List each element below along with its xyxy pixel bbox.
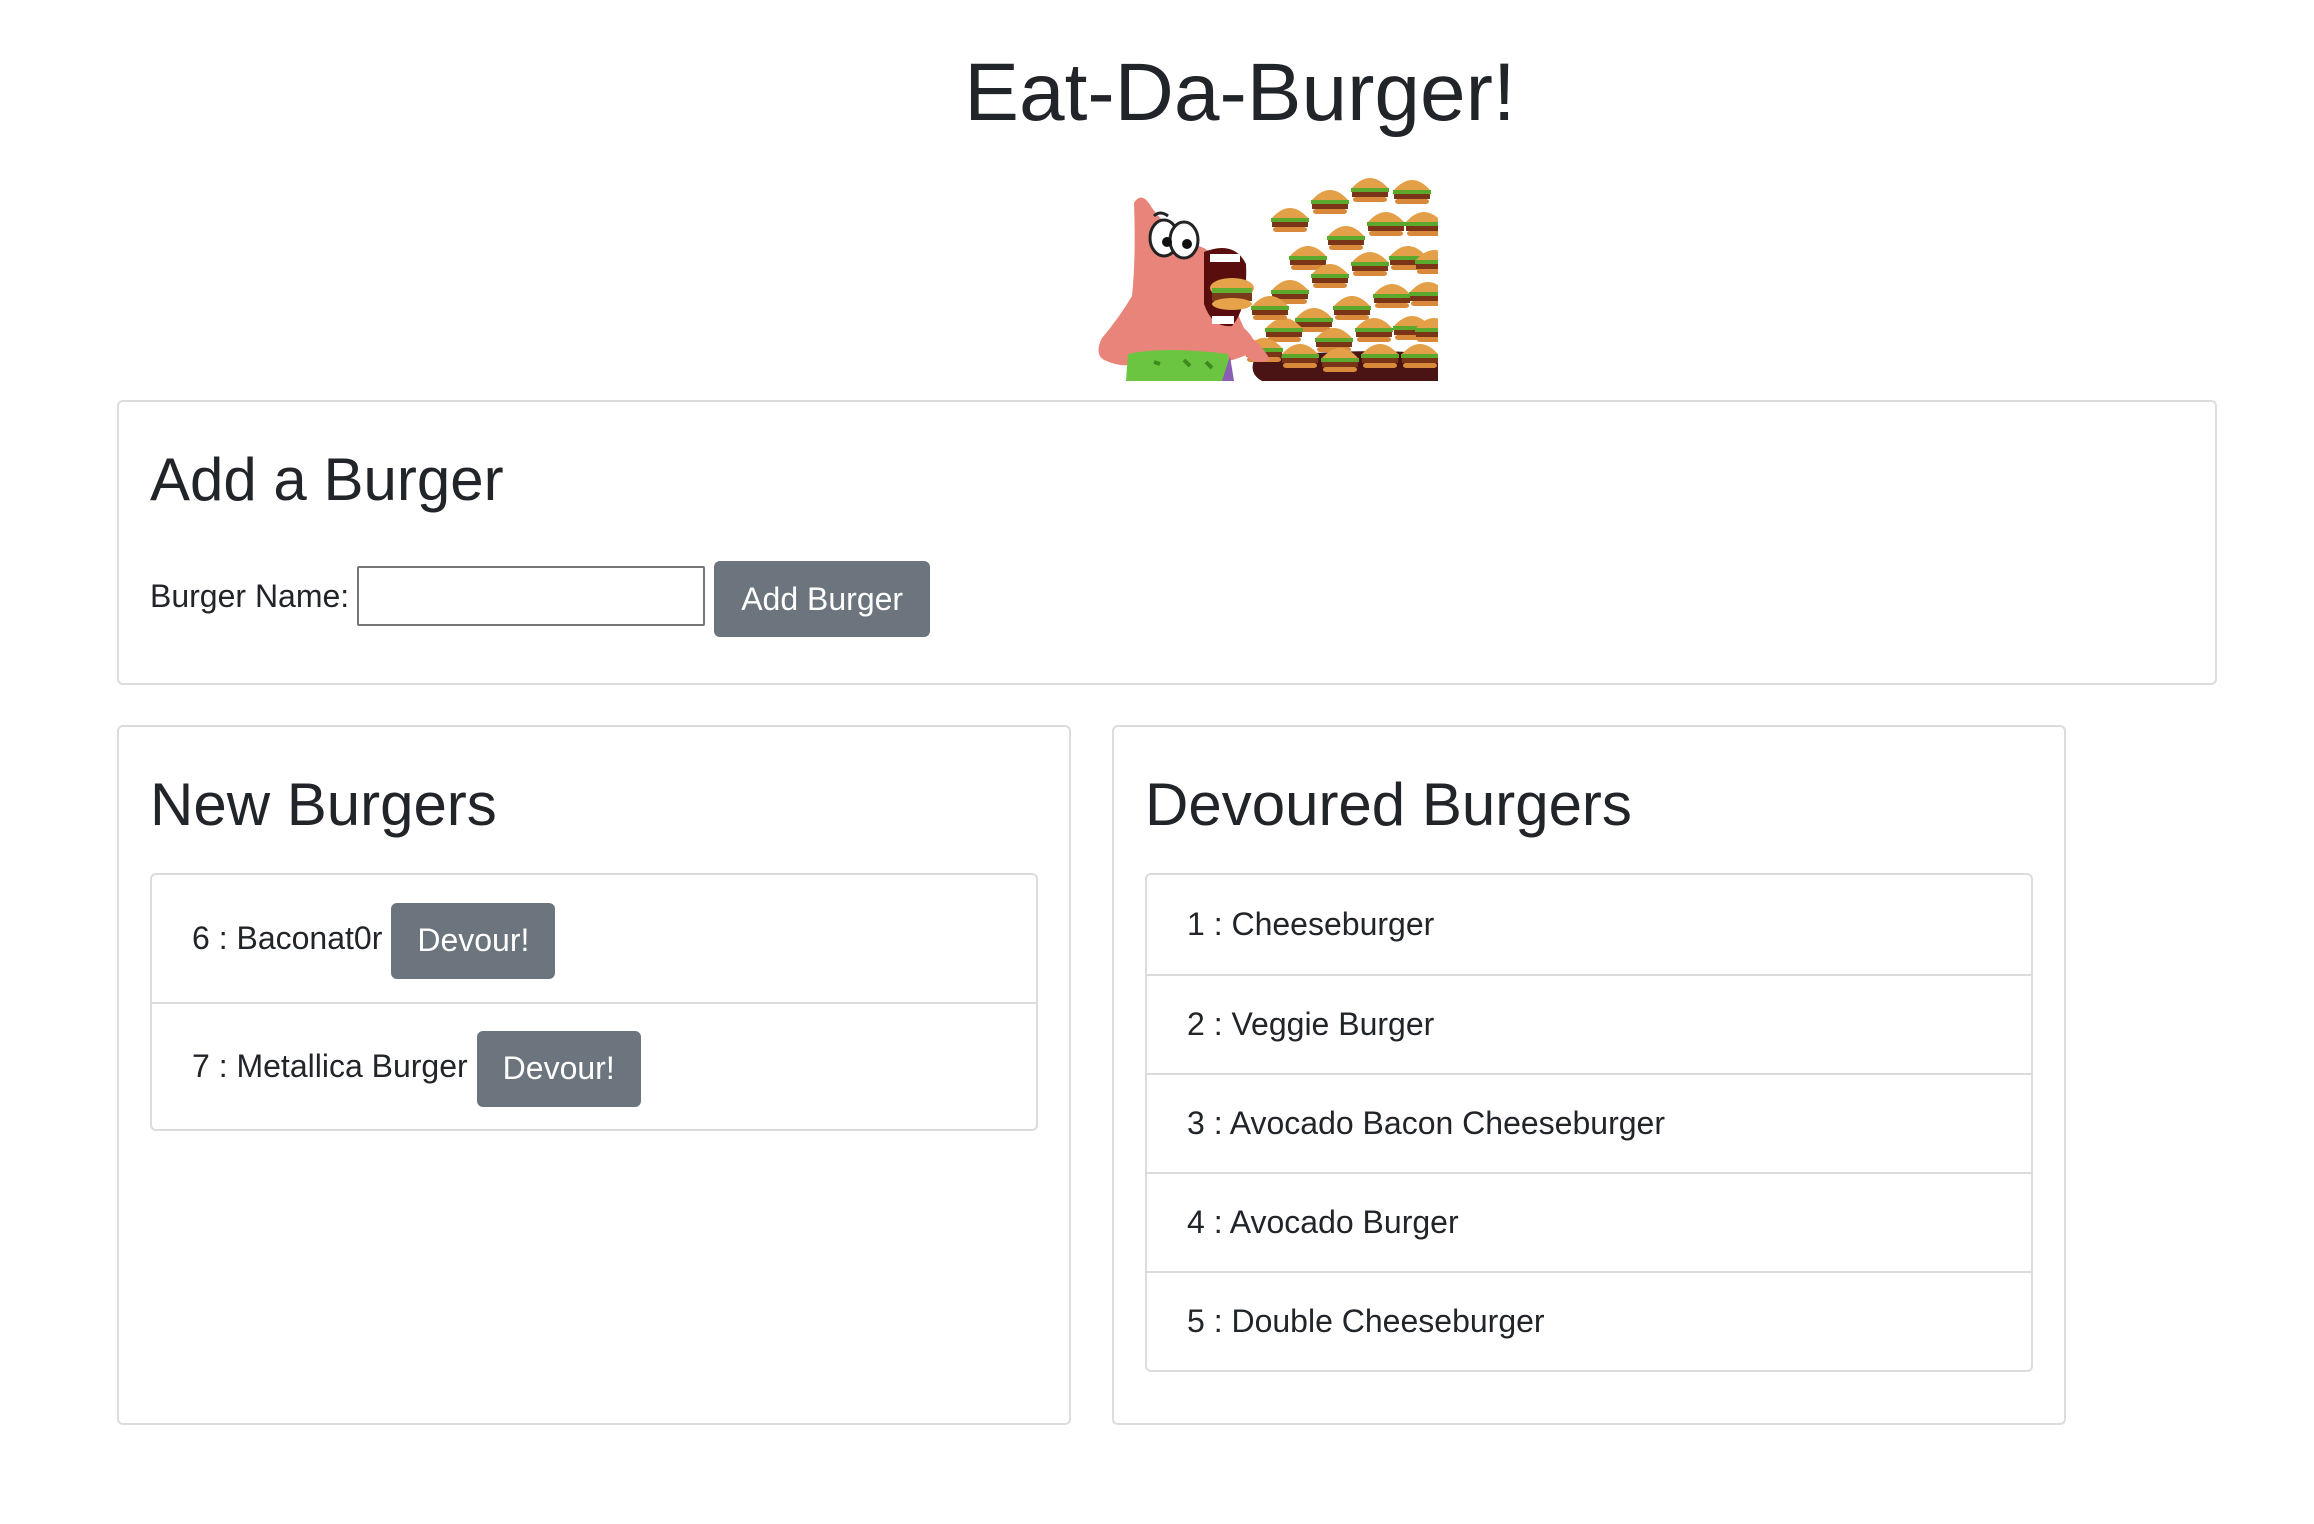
burger-icon: [1367, 212, 1405, 236]
burger-label: 3 : Avocado Bacon Cheeseburger: [1187, 1105, 1665, 1141]
new-burgers-card: New Burgers 6 : Baconat0r Devour! 7 : Me…: [117, 725, 1071, 1425]
burger-icon: [1355, 318, 1393, 342]
devour-button[interactable]: Devour!: [391, 902, 556, 979]
list-item: 2 : Veggie Burger: [1147, 974, 2031, 1073]
burger-icon: [1327, 226, 1365, 250]
patrick-figure: [1098, 197, 1270, 381]
list-item: 1 : Cheeseburger: [1147, 875, 2031, 974]
add-burger-form: Burger Name: Add Burger: [150, 555, 931, 637]
burger-label: 4 : Avocado Burger: [1187, 1204, 1459, 1240]
list-item: 6 : Baconat0r Devour!: [152, 875, 1036, 1002]
burger-icon: [1401, 344, 1438, 368]
new-burgers-heading: New Burgers: [150, 771, 497, 838]
burger-pile: [1245, 178, 1438, 381]
devoured-burgers-list: 1 : Cheeseburger 2 : Veggie Burger 3 : A…: [1145, 873, 2033, 1372]
burger-name-input[interactable]: [357, 566, 706, 626]
add-burger-card: Add a Burger Burger Name: Add Burger: [117, 400, 2217, 685]
list-item: 3 : Avocado Bacon Cheeseburger: [1147, 1073, 2031, 1172]
burger-icon: [1405, 212, 1438, 236]
burger-icon: [1393, 180, 1431, 204]
burger-name-label: Burger Name:: [150, 577, 350, 614]
new-burgers-list: 6 : Baconat0r Devour! 7 : Metallica Burg…: [150, 873, 1038, 1131]
burger-icon: [1271, 208, 1309, 232]
devoured-burgers-heading: Devoured Burgers: [1145, 771, 1632, 838]
patrick-eating-burgers-icon: [1098, 178, 1438, 381]
burger-icon: [1409, 282, 1438, 306]
burger-icon: [1361, 344, 1399, 368]
list-item: 4 : Avocado Burger: [1147, 1172, 2031, 1271]
list-item: 7 : Metallica Burger Devour!: [152, 1002, 1036, 1129]
burger-icon: [1311, 190, 1349, 214]
burger-label: 7 : Metallica Burger: [192, 1048, 468, 1084]
page-title: Eat-Da-Burger!: [964, 47, 1516, 138]
burger-label: 5 : Double Cheeseburger: [1187, 1303, 1545, 1339]
burger-icon: [1281, 344, 1319, 368]
list-item: 5 : Double Cheeseburger: [1147, 1271, 2031, 1370]
page: Eat-Da-Burger! Add a Burger Burger Name:…: [0, 0, 2314, 1524]
burger-label: 2 : Veggie Burger: [1187, 1006, 1435, 1042]
burger-icon: [1351, 178, 1389, 202]
burger-label: 1 : Cheeseburger: [1187, 906, 1435, 942]
add-burger-heading: Add a Burger: [150, 446, 504, 513]
devoured-burgers-card: Devoured Burgers 1 : Cheeseburger 2 : Ve…: [1112, 725, 2066, 1425]
devour-button[interactable]: Devour!: [476, 1030, 641, 1107]
burger-label: 6 : Baconat0r: [192, 920, 383, 956]
add-burger-button[interactable]: Add Burger: [714, 561, 931, 637]
burger-icon: [1333, 296, 1371, 320]
hero-image: [1094, 178, 1438, 381]
burger-icon: [1373, 284, 1411, 308]
burger-icon: [1351, 252, 1389, 276]
